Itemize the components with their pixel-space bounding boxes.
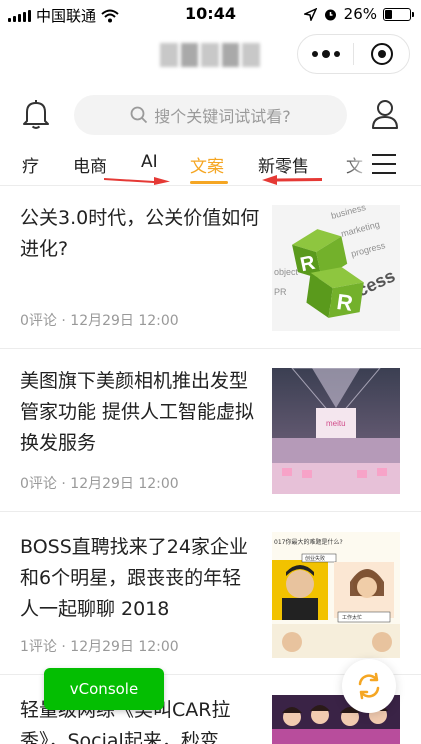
- comment-count: 1评论: [20, 639, 57, 655]
- stage-event-image: meitu: [272, 368, 400, 494]
- more-button[interactable]: [298, 35, 353, 73]
- annotation-arrow-right-icon: [104, 177, 170, 185]
- tab-copywriting[interactable]: 文案: [190, 152, 224, 177]
- tab-new-retail[interactable]: 新零售: [258, 152, 309, 177]
- tab-ai[interactable]: AI: [141, 152, 158, 172]
- article-thumbnail[interactable]: meitu: [272, 368, 400, 494]
- article-date: 12月29日 12:00: [70, 313, 179, 329]
- article-title[interactable]: 美图旗下美颜相机推出发型管家功能 提供人工智能虚拟换发服务: [20, 366, 260, 459]
- category-tabs: 疗 电商 AI 文案 新零售 文: [0, 148, 421, 186]
- article-meta: 0评论 · 12月29日 12:00: [20, 476, 179, 492]
- pr-cubes-image: business marketing progress object PR su…: [272, 205, 400, 331]
- more-dots-icon: [311, 50, 340, 58]
- comment-count: 0评论: [20, 313, 57, 329]
- article-title[interactable]: 公关3.0时代，公关价值如何进化?: [20, 203, 260, 265]
- vconsole-button[interactable]: vConsole: [44, 668, 164, 710]
- article-title[interactable]: BOSS直聘找来了24家企业和6个明星，跟丧丧的年轻人一起聊聊 2018: [20, 532, 260, 625]
- battery-icon: [383, 7, 414, 21]
- article-thumbnail[interactable]: 017你最大的难题是什么? 创业失败 工作太忙: [272, 532, 400, 658]
- article-item[interactable]: BOSS直聘找来了24家企业和6个明星，跟丧丧的年轻人一起聊聊 2018 1评论…: [0, 512, 421, 675]
- article-meta: 1评论 · 12月29日 12:00: [20, 639, 179, 655]
- close-miniprogram-button[interactable]: [354, 35, 409, 73]
- active-tab-indicator: [190, 181, 228, 184]
- svg-text:PR: PR: [274, 287, 287, 297]
- search-input[interactable]: 搜个关键词试试看?: [74, 95, 347, 135]
- annotation-arrow-left-icon: [262, 175, 322, 185]
- category-menu-button[interactable]: [372, 154, 396, 174]
- article-thumbnail[interactable]: business marketing progress object PR su…: [272, 205, 400, 331]
- capsule-menu: [297, 34, 410, 74]
- comic-tag: 创业失败: [305, 555, 325, 562]
- article-item[interactable]: 公关3.0时代，公关价值如何进化? 0评论 · 12月29日 12:00 bus…: [0, 187, 421, 349]
- refresh-button[interactable]: [342, 659, 396, 713]
- bell-icon[interactable]: [22, 98, 50, 130]
- tab-0[interactable]: 疗: [22, 152, 39, 177]
- battery-percent: 26%: [343, 5, 377, 23]
- comic-headline: 017你最大的难题是什么?: [274, 538, 343, 546]
- close-target-icon: [370, 43, 393, 65]
- comic-poster-image: 017你最大的难题是什么? 创业失败 工作太忙: [272, 532, 400, 658]
- stage-sign: meitu: [326, 419, 346, 428]
- tab-ecommerce[interactable]: 电商: [73, 152, 107, 177]
- user-profile-icon[interactable]: [370, 98, 400, 130]
- location-arrow-icon: [303, 7, 317, 21]
- comment-count: 0评论: [20, 476, 57, 492]
- svg-text:object: object: [274, 267, 299, 277]
- search-row: 搜个关键词试试看?: [0, 90, 421, 140]
- blurred-title: [160, 43, 260, 67]
- article-item[interactable]: 美图旗下美颜相机推出发型管家功能 提供人工智能虚拟换发服务 0评论 · 12月2…: [0, 349, 421, 512]
- refresh-icon: [358, 672, 380, 700]
- article-date: 12月29日 12:00: [70, 639, 179, 655]
- status-bar: 中国联通 10:44 26%: [0, 0, 421, 30]
- search-icon: [130, 106, 148, 124]
- comic-tag: 工作太忙: [342, 614, 362, 621]
- search-placeholder: 搜个关键词试试看?: [154, 107, 291, 126]
- navigation-bar: [0, 30, 421, 78]
- status-right: 26%: [303, 5, 414, 23]
- article-date: 12月29日 12:00: [70, 476, 179, 492]
- article-meta: 0评论 · 12月29日 12:00: [20, 313, 179, 329]
- alarm-icon: [324, 9, 336, 20]
